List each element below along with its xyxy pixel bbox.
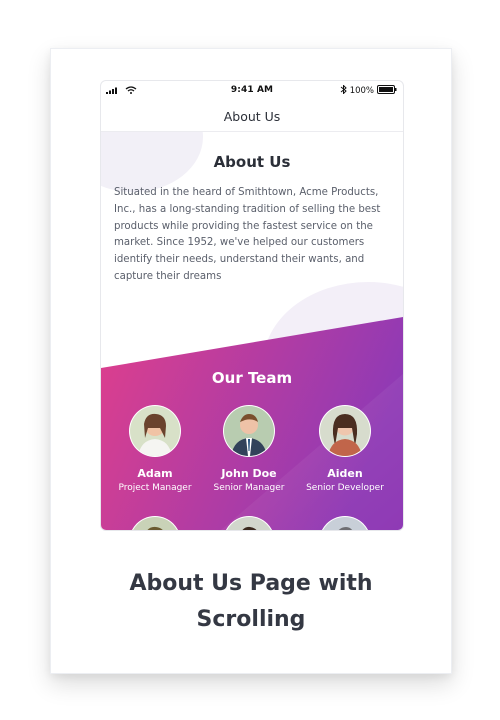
page: 9:41 AM 100% About Us About Us Situated … xyxy=(0,0,500,720)
member-name: Adam xyxy=(137,467,173,480)
member-role: Project Manager xyxy=(118,483,192,493)
phone-screen: 9:41 AM 100% About Us About Us Situated … xyxy=(100,80,404,531)
status-right: 100% xyxy=(340,84,397,97)
avatar xyxy=(129,516,181,530)
team-member-partial[interactable] xyxy=(296,516,394,530)
preview-card: 9:41 AM 100% About Us About Us Situated … xyxy=(50,48,452,674)
team-member[interactable]: Aiden Senior Developer xyxy=(296,405,394,493)
battery-percentage: 100% xyxy=(349,86,374,96)
member-name: John Doe xyxy=(221,467,277,480)
battery-icon xyxy=(377,85,397,97)
bluetooth-icon xyxy=(340,84,347,97)
team-member-partial[interactable] xyxy=(106,516,204,530)
member-role: Senior Manager xyxy=(213,483,285,493)
card-caption: About Us Page with Scrolling xyxy=(51,566,451,638)
team-heading: Our Team xyxy=(211,369,293,387)
scroll-content[interactable]: About Us Situated in the heard of Smitht… xyxy=(101,132,403,530)
team-member-partial[interactable] xyxy=(200,516,298,530)
status-bar: 9:41 AM 100% xyxy=(101,81,403,101)
member-name: Aiden xyxy=(327,467,363,480)
avatar xyxy=(319,405,371,457)
team-member[interactable]: Adam Project Manager xyxy=(106,405,204,493)
caption-line-2: Scrolling xyxy=(196,607,306,632)
avatar xyxy=(223,405,275,457)
avatar xyxy=(129,405,181,457)
screen-title: About Us xyxy=(101,101,403,132)
caption-line-1: About Us Page with xyxy=(129,571,373,596)
member-role: Senior Developer xyxy=(306,483,384,493)
team-member[interactable]: John Doe Senior Manager xyxy=(200,405,298,493)
avatar xyxy=(319,516,371,530)
avatar xyxy=(223,516,275,530)
